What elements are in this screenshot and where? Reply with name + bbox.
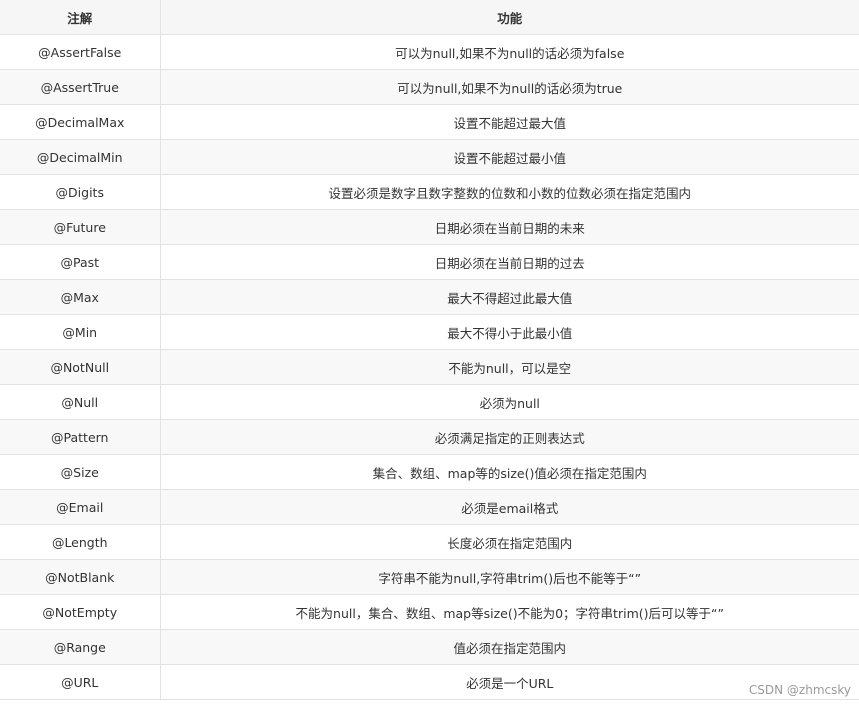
header-function: 功能 [159, 0, 859, 35]
table-row: @Pattern 必须满足指定的正则表达式 [0, 419, 859, 455]
table-row: @NotEmpty 不能为null，集合、数组、map等size()不能为0；字… [0, 594, 859, 630]
function-cell: 设置不能超过最小值 [159, 139, 859, 175]
function-cell: 不能为null，可以是空 [159, 349, 859, 385]
function-cell: 不能为null，集合、数组、map等size()不能为0；字符串trim()后可… [159, 594, 859, 630]
function-cell: 集合、数组、map等的size()值必须在指定范围内 [159, 454, 859, 490]
function-cell: 字符串不能为null,字符串trim()后也不能等于“” [159, 559, 859, 595]
annotation-cell: @AssertFalse [0, 34, 161, 70]
annotation-cell: @Pattern [0, 419, 161, 455]
function-cell: 可以为null,如果不为null的话必须为false [159, 34, 859, 70]
table-row: @Size 集合、数组、map等的size()值必须在指定范围内 [0, 454, 859, 490]
header-annotation: 注解 [0, 0, 161, 35]
table-header-row: 注解 功能 [0, 0, 859, 35]
annotation-cell: @NotEmpty [0, 594, 161, 630]
function-cell: 值必须在指定范围内 [159, 629, 859, 665]
table-row: @AssertTrue 可以为null,如果不为null的话必须为true [0, 69, 859, 105]
annotation-cell: @DecimalMax [0, 104, 161, 140]
function-cell: 最大不得超过此最大值 [159, 279, 859, 315]
annotation-cell: @Past [0, 244, 161, 280]
annotation-cell: @Min [0, 314, 161, 350]
table-row: @Range 值必须在指定范围内 [0, 629, 859, 665]
table-row: @Digits 设置必须是数字且数字整数的位数和小数的位数必须在指定范围内 [0, 174, 859, 210]
table-row: @Email 必须是email格式 [0, 489, 859, 525]
table-row: @DecimalMin 设置不能超过最小值 [0, 139, 859, 175]
table-row: @URL 必须是一个URL [0, 664, 859, 700]
table-row: @Min 最大不得小于此最小值 [0, 314, 859, 350]
annotation-cell: @Email [0, 489, 161, 525]
annotation-cell: @Digits [0, 174, 161, 210]
table-row: @AssertFalse 可以为null,如果不为null的话必须为false [0, 34, 859, 70]
table-row: @DecimalMax 设置不能超过最大值 [0, 104, 859, 140]
function-cell: 必须满足指定的正则表达式 [159, 419, 859, 455]
function-cell: 必须为null [159, 384, 859, 420]
function-cell: 日期必须在当前日期的过去 [159, 244, 859, 280]
annotation-cell: @AssertTrue [0, 69, 161, 105]
annotation-cell: @NotNull [0, 349, 161, 385]
annotation-cell: @Null [0, 384, 161, 420]
annotation-cell: @DecimalMin [0, 139, 161, 175]
annotation-cell: @Max [0, 279, 161, 315]
function-cell: 设置必须是数字且数字整数的位数和小数的位数必须在指定范围内 [159, 174, 859, 210]
function-cell: 必须是email格式 [159, 489, 859, 525]
table-row: @Future 日期必须在当前日期的未来 [0, 209, 859, 245]
table-row: @NotNull 不能为null，可以是空 [0, 349, 859, 385]
table-row: @Length 长度必须在指定范围内 [0, 524, 859, 560]
function-cell: 日期必须在当前日期的未来 [159, 209, 859, 245]
table-row: @Max 最大不得超过此最大值 [0, 279, 859, 315]
annotation-cell: @URL [0, 664, 161, 700]
table-row: @Past 日期必须在当前日期的过去 [0, 244, 859, 280]
table-row: @Null 必须为null [0, 384, 859, 420]
annotation-cell: @Range [0, 629, 161, 665]
function-cell: 最大不得小于此最小值 [159, 314, 859, 350]
annotation-table: 注解 功能 @AssertFalse 可以为null,如果不为null的话必须为… [0, 0, 859, 700]
table-row: @NotBlank 字符串不能为null,字符串trim()后也不能等于“” [0, 559, 859, 595]
annotation-cell: @Length [0, 524, 161, 560]
annotation-cell: @NotBlank [0, 559, 161, 595]
annotation-cell: @Size [0, 454, 161, 490]
function-cell: 长度必须在指定范围内 [159, 524, 859, 560]
function-cell: 设置不能超过最大值 [159, 104, 859, 140]
watermark: CSDN @zhmcsky [748, 683, 851, 697]
annotation-cell: @Future [0, 209, 161, 245]
function-cell: 可以为null,如果不为null的话必须为true [159, 69, 859, 105]
